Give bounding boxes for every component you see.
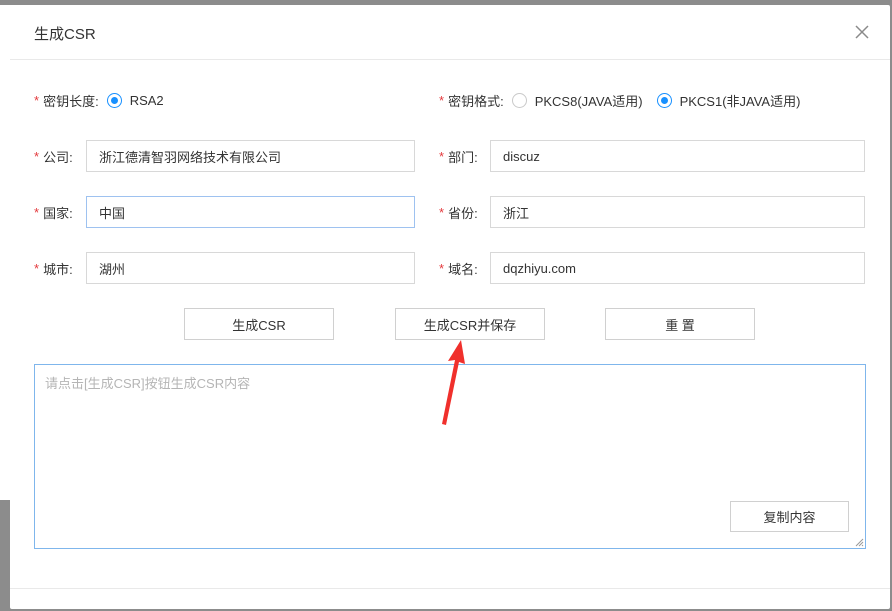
generate-csr-dialog: 生成CSR * 密钥长度: RSA2 * 密钥格式: PKCS8(JAVA适用) xyxy=(10,5,890,609)
required-mark: * xyxy=(439,92,445,108)
dialog-title: 生成CSR xyxy=(34,26,96,43)
required-mark: * xyxy=(34,260,40,276)
radio-rsa2-label: RSA2 xyxy=(129,92,164,108)
dialog-header: 生成CSR xyxy=(10,5,890,60)
required-mark: * xyxy=(34,92,40,108)
resize-grip-icon[interactable] xyxy=(854,537,864,547)
department-label-wrap: * 部门: xyxy=(439,140,478,172)
footer-divider xyxy=(10,588,890,589)
domain-label-wrap: * 域名: xyxy=(439,252,478,284)
domain-label: 域名: xyxy=(448,261,478,277)
csr-output-area: 复制内容 xyxy=(34,364,866,549)
province-label-wrap: * 省份: xyxy=(439,196,478,228)
close-icon[interactable] xyxy=(852,22,872,42)
domain-input[interactable] xyxy=(490,252,865,284)
radio-rsa2[interactable]: RSA2 xyxy=(106,92,164,108)
radio-unchecked-icon xyxy=(511,92,527,108)
generate-csr-button[interactable]: 生成CSR xyxy=(184,308,334,340)
company-label: 公司: xyxy=(43,149,73,165)
radio-pkcs8[interactable]: PKCS8(JAVA适用) xyxy=(511,91,643,110)
key-options-row: * 密钥长度: RSA2 * 密钥格式: PKCS8(JAVA适用) PKCS1… xyxy=(10,84,890,116)
country-input[interactable] xyxy=(86,196,415,228)
country-label-wrap: * 国家: xyxy=(34,196,73,228)
company-label-wrap: * 公司: xyxy=(34,140,73,172)
required-mark: * xyxy=(439,260,445,276)
city-input[interactable] xyxy=(86,252,415,284)
city-label: 城市: xyxy=(43,261,73,277)
required-mark: * xyxy=(439,204,445,220)
department-input[interactable] xyxy=(490,140,865,172)
city-label-wrap: * 城市: xyxy=(34,252,73,284)
required-mark: * xyxy=(439,148,445,164)
reset-button[interactable]: 重 置 xyxy=(605,308,755,340)
province-label: 省份: xyxy=(448,205,478,221)
radio-pkcs1-label: PKCS1(非JAVA适用) xyxy=(679,93,801,109)
company-input[interactable] xyxy=(86,140,415,172)
radio-pkcs8-label: PKCS8(JAVA适用) xyxy=(534,93,643,109)
province-input[interactable] xyxy=(490,196,865,228)
generate-save-csr-button[interactable]: 生成CSR并保存 xyxy=(395,308,545,340)
copy-content-button[interactable]: 复制内容 xyxy=(730,501,849,532)
company-row: * 公司: * 部门: xyxy=(10,140,890,172)
radio-checked-icon xyxy=(656,92,672,108)
required-mark: * xyxy=(34,204,40,220)
required-mark: * xyxy=(34,148,40,164)
city-row: * 城市: * 域名: xyxy=(10,252,890,284)
key-length-label: 密钥长度: xyxy=(43,93,99,109)
department-label: 部门: xyxy=(448,149,478,165)
radio-pkcs1[interactable]: PKCS1(非JAVA适用) xyxy=(656,91,801,110)
key-length-field: * 密钥长度: RSA2 xyxy=(34,84,178,116)
key-format-field: * 密钥格式: PKCS8(JAVA适用) PKCS1(非JAVA适用) xyxy=(439,84,814,116)
radio-checked-icon xyxy=(106,92,122,108)
key-format-label: 密钥格式: xyxy=(448,93,504,109)
country-row: * 国家: * 省份: xyxy=(10,196,890,228)
country-label: 国家: xyxy=(43,205,73,221)
